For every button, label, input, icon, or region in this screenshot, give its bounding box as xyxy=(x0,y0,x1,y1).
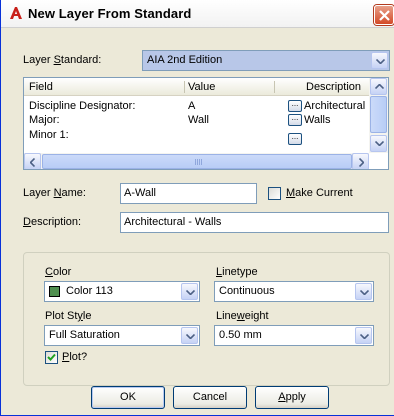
color-dropdown-button[interactable] xyxy=(181,283,198,300)
column-header-value[interactable]: Value xyxy=(188,81,215,93)
horizontal-scroll-thumb[interactable] xyxy=(42,154,352,169)
column-divider[interactable] xyxy=(274,81,275,93)
value-cell: A xyxy=(188,100,196,112)
column-header-field[interactable]: Field xyxy=(29,81,53,93)
color-label: Color xyxy=(45,266,72,278)
lineweight-value: 0.50 mm xyxy=(219,329,262,341)
color-value: Color 113 xyxy=(66,285,113,297)
chevron-up-icon xyxy=(375,84,384,89)
column-divider[interactable] xyxy=(184,81,185,93)
description-label: Description: xyxy=(23,216,82,228)
browse-ellipsis-button[interactable]: ... xyxy=(288,114,302,126)
column-header-description[interactable]: Description xyxy=(306,81,361,93)
description-cell: Walls xyxy=(304,114,331,126)
horizontal-scrollbar[interactable] xyxy=(24,153,369,169)
make-current-checkbox[interactable] xyxy=(268,187,281,200)
table-header: Field Value Description xyxy=(24,78,369,96)
color-swatch xyxy=(49,286,60,297)
chevron-down-icon xyxy=(186,334,195,339)
lineweight-select[interactable]: 0.50 mm xyxy=(214,325,374,346)
value-cell: Wall xyxy=(188,114,209,126)
title-bar[interactable]: New Layer From Standard xyxy=(1,0,394,28)
cancel-button[interactable]: Cancel xyxy=(173,386,247,409)
checkmark-icon xyxy=(47,353,56,361)
plot-style-label: Plot Style xyxy=(45,310,92,322)
layer-standard-dropdown-button[interactable] xyxy=(371,52,388,69)
window-title: New Layer From Standard xyxy=(28,6,192,21)
field-cell: Minor 1: xyxy=(29,129,69,141)
close-icon xyxy=(379,10,390,21)
browse-ellipsis-button[interactable]: ... xyxy=(288,133,302,145)
chevron-left-icon xyxy=(30,158,35,167)
standard-fields-table[interactable]: Field Value Description Discipline Desig… xyxy=(23,77,389,170)
scroll-right-button[interactable] xyxy=(352,153,369,169)
layer-standard-select[interactable]: AIA 2nd Edition xyxy=(142,50,390,71)
linetype-select[interactable]: Continuous xyxy=(214,281,374,302)
color-select[interactable]: Color 113 xyxy=(44,281,200,302)
plot-style-dropdown-button[interactable] xyxy=(181,327,198,344)
chevron-right-icon xyxy=(359,158,364,167)
chevron-down-icon xyxy=(186,290,195,295)
lineweight-dropdown-button[interactable] xyxy=(355,327,372,344)
layer-name-value: A-Wall xyxy=(124,187,156,199)
description-value: Architectural - Walls xyxy=(124,216,222,228)
vertical-scrollbar[interactable] xyxy=(369,78,388,153)
close-button[interactable] xyxy=(374,5,394,25)
ok-button[interactable]: OK xyxy=(91,386,165,409)
new-layer-dialog: New Layer From Standard Layer Standard: … xyxy=(0,0,394,416)
field-cell: Discipline Designator: xyxy=(29,100,136,112)
scroll-down-button[interactable] xyxy=(370,135,387,152)
autocad-app-icon xyxy=(10,7,22,19)
make-current-label[interactable]: Make Current xyxy=(286,187,353,199)
chevron-down-icon xyxy=(360,290,369,295)
linetype-dropdown-button[interactable] xyxy=(355,283,372,300)
layer-name-input[interactable]: A-Wall xyxy=(120,183,257,204)
plot-checkbox[interactable] xyxy=(45,351,58,364)
plot-style-select[interactable]: Full Saturation xyxy=(44,325,200,346)
linetype-label: Linetype xyxy=(216,266,258,278)
field-cell: Major: xyxy=(29,114,60,126)
chevron-down-icon xyxy=(376,59,385,64)
chevron-down-icon xyxy=(360,334,369,339)
layer-standard-label: Layer Standard: xyxy=(23,54,102,66)
description-cell: Architectural xyxy=(304,100,366,112)
linetype-value: Continuous xyxy=(219,285,275,297)
scroll-grip xyxy=(195,159,203,165)
apply-button[interactable]: Apply xyxy=(255,386,329,409)
lineweight-label: Lineweight xyxy=(216,310,269,322)
plot-style-value: Full Saturation xyxy=(49,329,120,341)
plot-label[interactable]: Plot? xyxy=(62,351,87,363)
vertical-scroll-thumb[interactable] xyxy=(370,96,387,133)
chevron-down-icon xyxy=(375,141,384,146)
layer-name-label: Layer Name: xyxy=(23,187,86,199)
table-row[interactable]: Minor 1: ... xyxy=(24,129,369,145)
layer-standard-value: AIA 2nd Edition xyxy=(147,54,223,66)
description-input[interactable]: Architectural - Walls xyxy=(120,212,389,233)
scroll-left-button[interactable] xyxy=(24,153,41,169)
table-row[interactable]: Discipline Designator: A ... Architectur… xyxy=(24,100,369,113)
scroll-up-button[interactable] xyxy=(370,78,387,95)
browse-ellipsis-button[interactable]: ... xyxy=(288,100,302,112)
table-row[interactable]: Major: Wall ... Walls xyxy=(24,114,369,127)
